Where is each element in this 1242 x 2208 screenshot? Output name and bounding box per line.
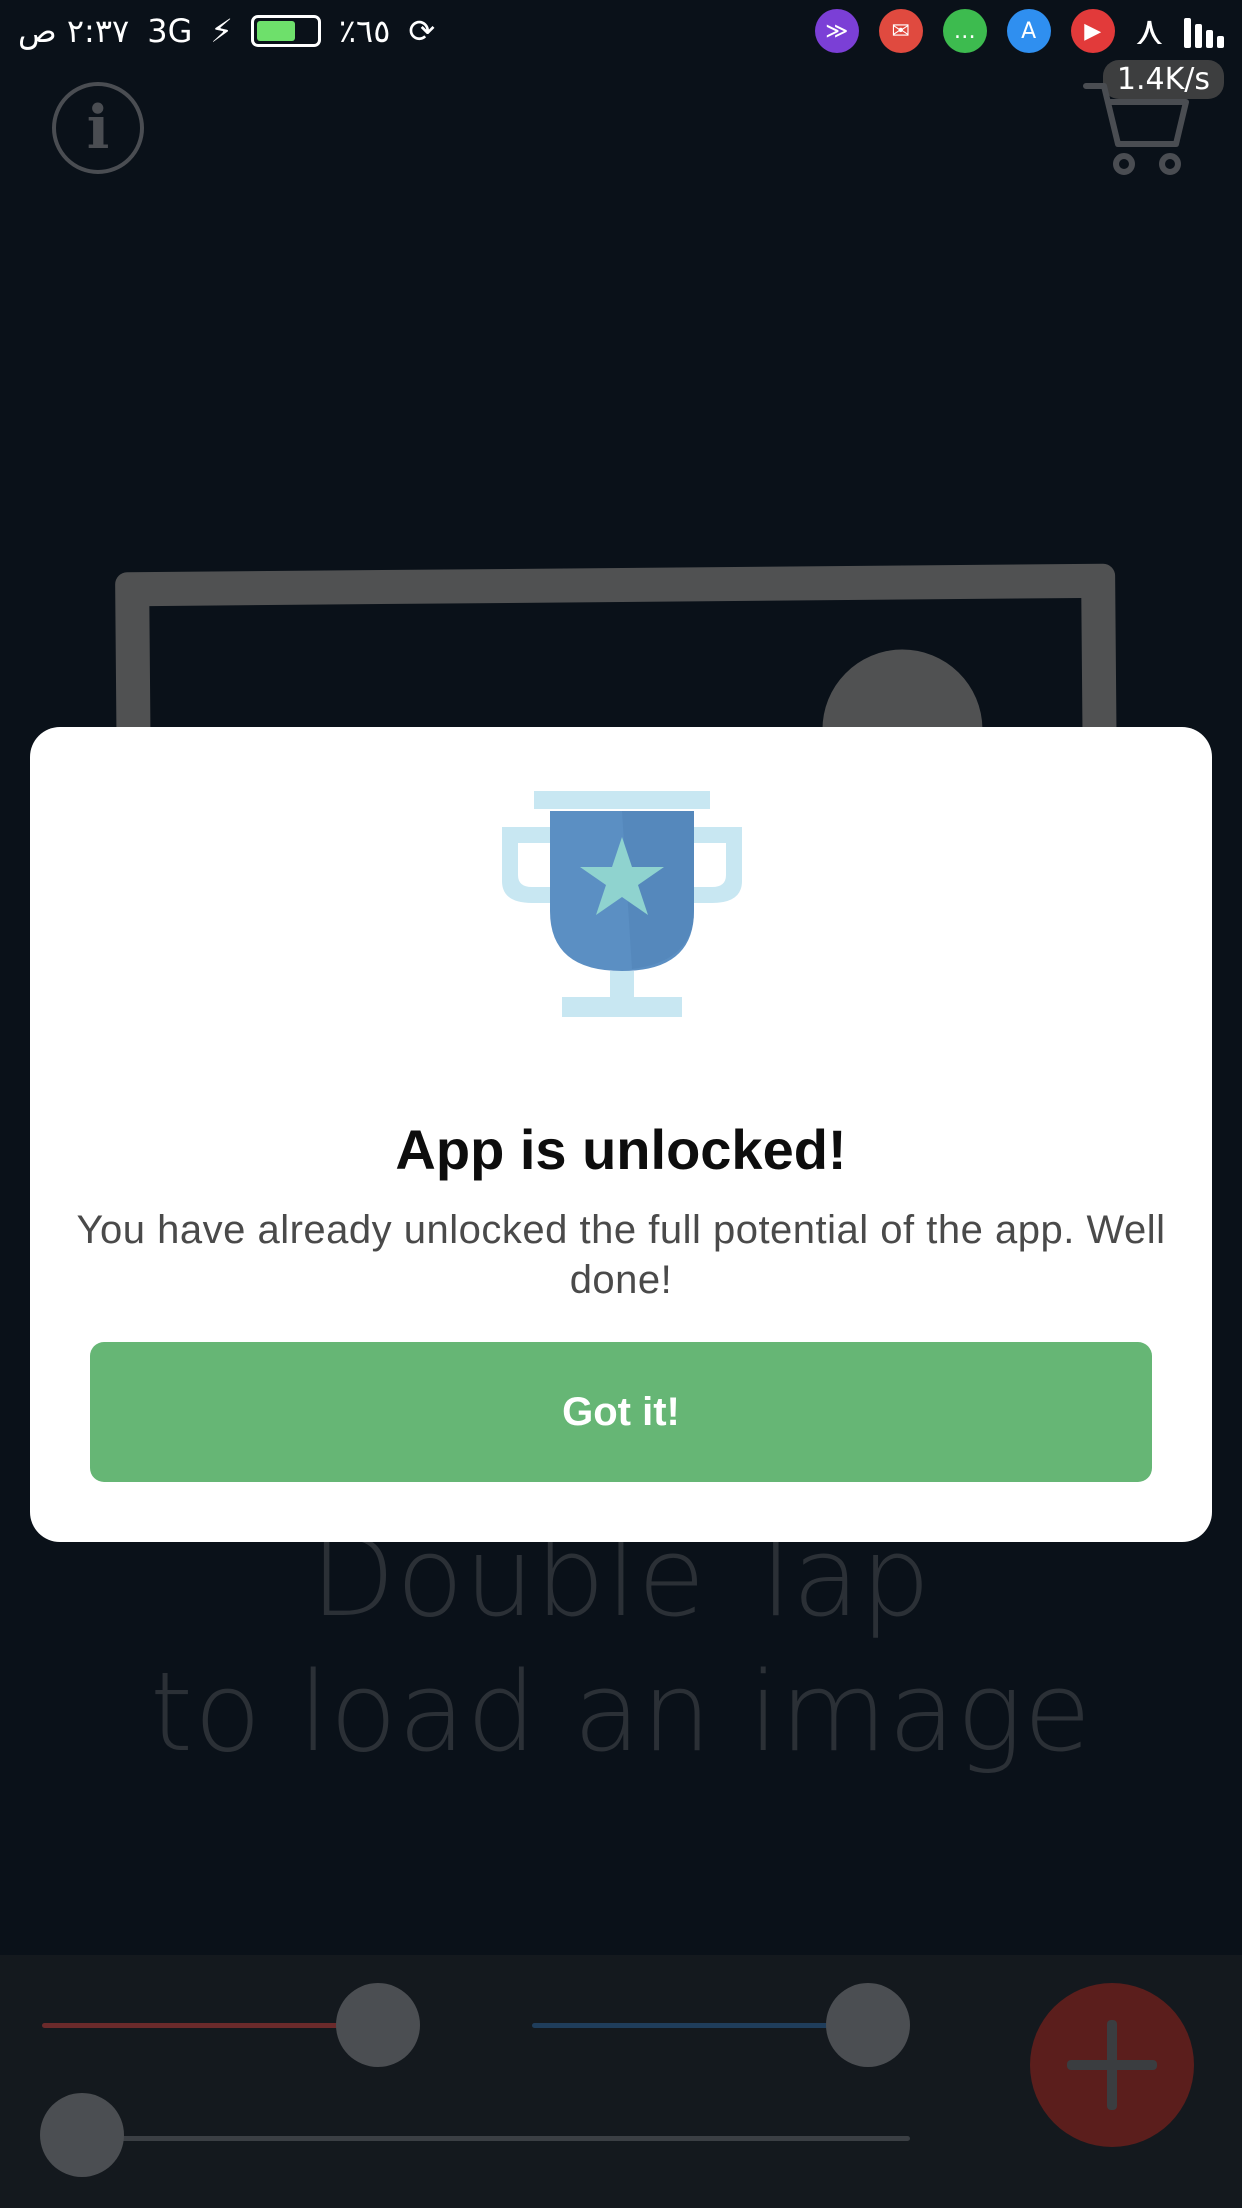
gray-slider-track[interactable] bbox=[82, 2136, 910, 2141]
charging-bolt-icon: ⚡ bbox=[210, 12, 233, 50]
messages-app-icon: … bbox=[942, 9, 987, 53]
dialog-title: App is unlocked! bbox=[395, 1118, 847, 1181]
info-icon[interactable]: i bbox=[52, 82, 144, 174]
blue-slider-thumb[interactable] bbox=[826, 1983, 910, 2067]
plus-icon bbox=[1067, 2020, 1157, 2110]
red-slider-thumb[interactable] bbox=[336, 1983, 420, 2067]
trophy-icon bbox=[502, 791, 742, 1017]
steem-app-icon: ≫ bbox=[814, 9, 859, 53]
rotation-lock-icon: ⟳ bbox=[408, 12, 436, 50]
hint-line-2: to load an image bbox=[149, 1648, 1093, 1776]
signal-strength-icon bbox=[1184, 14, 1224, 48]
dialog-message: You have already unlocked the full poten… bbox=[76, 1208, 1166, 1302]
blue-slider-track[interactable] bbox=[532, 2023, 870, 2028]
app-store-icon: A bbox=[1006, 9, 1051, 53]
status-bar: ٢:٣٧ ص 3G ⚡ ٪٦٥ ⟳ ≫ ✉ … A ▶ ⋏ bbox=[0, 0, 1242, 62]
vpn-app-icon: ⋏ bbox=[1134, 8, 1164, 54]
unlocked-dialog: App is unlocked! You have already unlock… bbox=[30, 727, 1212, 1542]
status-right: ≫ ✉ … A ▶ ⋏ bbox=[814, 8, 1224, 54]
mail-app-icon: ✉ bbox=[878, 9, 923, 53]
shopping-cart-icon[interactable] bbox=[1082, 78, 1192, 178]
red-slider-track[interactable] bbox=[42, 2023, 382, 2028]
add-button[interactable] bbox=[1030, 1983, 1194, 2147]
battery-icon bbox=[250, 15, 321, 47]
battery-indicator bbox=[250, 15, 321, 47]
youtube-app-icon: ▶ bbox=[1070, 9, 1115, 53]
status-time: ٢:٣٧ ص bbox=[18, 12, 130, 50]
network-type: 3G bbox=[147, 12, 193, 50]
gray-slider-thumb[interactable] bbox=[40, 2093, 124, 2177]
status-left: ٢:٣٧ ص 3G ⚡ ٪٦٥ ⟳ bbox=[18, 12, 435, 50]
load-image-hint: Double Tap to load an image bbox=[0, 1510, 1242, 1780]
battery-percent: ٪٦٥ bbox=[338, 12, 391, 50]
got-it-button[interactable]: Got it! bbox=[90, 1342, 1152, 1482]
